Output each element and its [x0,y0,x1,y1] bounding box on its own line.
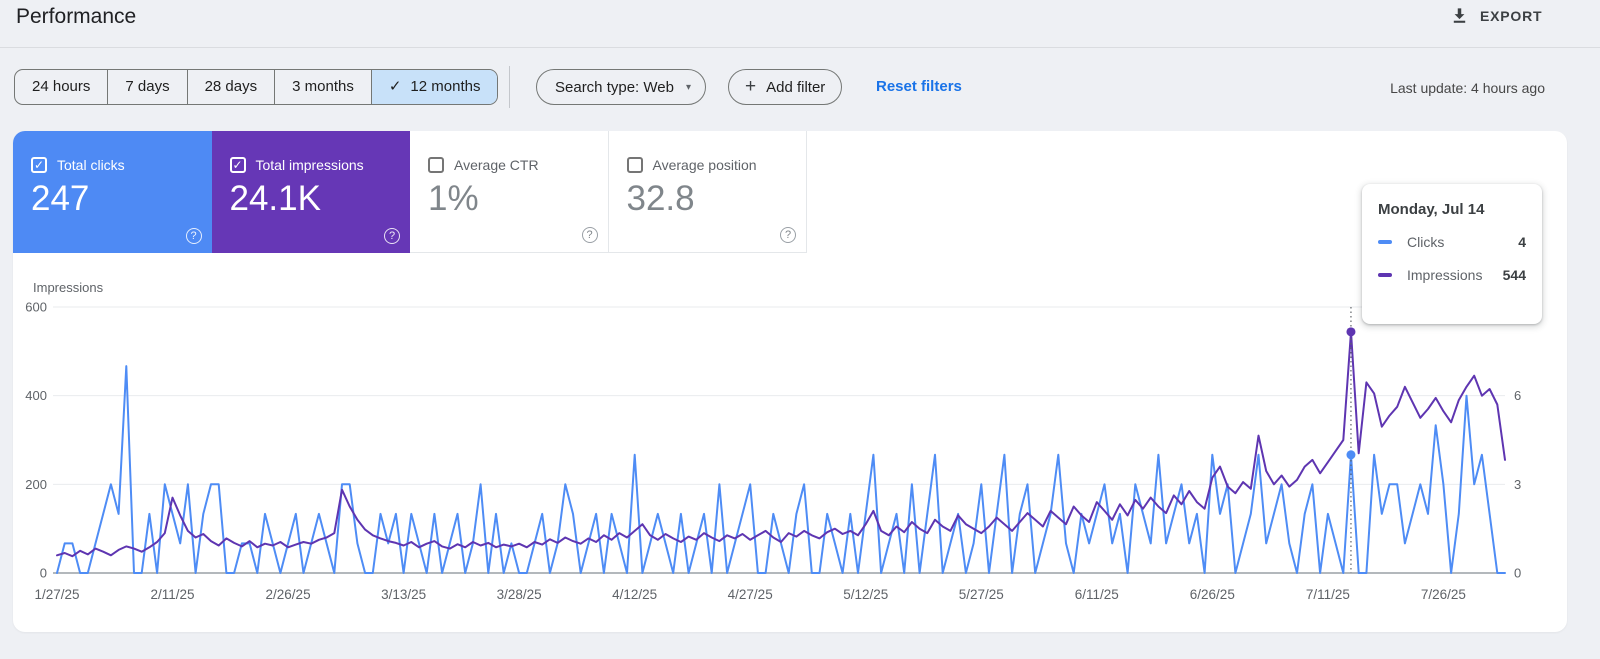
svg-text:7/11/25: 7/11/25 [1306,587,1350,602]
svg-text:5/12/25: 5/12/25 [843,587,888,602]
header-divider [0,47,1600,48]
svg-text:6/11/25: 6/11/25 [1075,587,1119,602]
svg-text:4/12/25: 4/12/25 [612,587,657,602]
svg-text:5/27/25: 5/27/25 [959,587,1004,602]
add-filter-label: Add filter [766,78,826,96]
export-label: EXPORT [1480,7,1543,24]
page-title: Performance [16,5,137,28]
tooltip-row-impressions: Impressions 544 [1378,267,1526,283]
chevron-down-icon: ▾ [685,81,691,93]
checkmark-icon: ✓ [388,78,402,95]
svg-text:1/27/25: 1/27/25 [34,587,79,602]
plus-icon: + [745,76,757,97]
filter-separator [509,66,510,108]
svg-text:600: 600 [25,300,47,315]
left-axis-title: Impressions [33,280,104,295]
svg-text:4/27/25: 4/27/25 [728,587,773,602]
svg-text:0: 0 [40,566,47,581]
performance-card: ✓ Total clicks 247 ? ✓ Total impressions… [13,131,1567,632]
svg-text:400: 400 [25,388,47,403]
reset-filters-link[interactable]: Reset filters [876,78,962,95]
impressions-swatch-icon [1378,273,1392,277]
search-type-label: Search type: Web [555,78,674,96]
download-icon [1450,6,1469,25]
svg-text:6: 6 [1514,388,1521,403]
svg-text:3/28/25: 3/28/25 [497,587,542,602]
svg-text:3: 3 [1514,477,1521,492]
svg-text:6/26/25: 6/26/25 [1190,587,1235,602]
svg-text:7/26/25: 7/26/25 [1421,587,1466,602]
svg-text:2/26/25: 2/26/25 [266,587,311,602]
date-range-12-months[interactable]: ✓ 12 months [370,70,498,104]
tooltip-date: Monday, Jul 14 [1378,201,1485,218]
svg-text:200: 200 [25,477,47,492]
clicks-swatch-icon [1378,240,1392,244]
last-update-text: Last update: 4 hours ago [1390,80,1545,96]
date-range-segmented-control: 24 hours 7 days 28 days 3 months ✓ 12 mo… [14,69,499,105]
tooltip-clicks-label: Clicks [1407,234,1445,250]
performance-line-chart[interactable]: 02004006000369Impressions1/27/252/11/252… [13,131,1567,632]
add-filter-button[interactable]: + Add filter [728,69,843,105]
svg-text:2/11/25: 2/11/25 [151,587,195,602]
date-range-28-days[interactable]: 28 days [186,70,275,104]
date-range-24-hours[interactable]: 24 hours [15,70,107,104]
tooltip-impressions-label: Impressions [1407,267,1483,283]
tooltip-row-clicks: Clicks 4 [1378,234,1526,250]
tooltip-clicks-value: 4 [1518,234,1526,250]
tooltip-impressions-value: 544 [1502,267,1526,283]
export-button[interactable]: EXPORT [1450,6,1542,25]
svg-text:3/13/25: 3/13/25 [381,587,426,602]
date-range-12-months-label: 12 months [410,78,481,95]
date-range-7-days[interactable]: 7 days [107,70,186,104]
search-type-dropdown[interactable]: Search type: Web ▾ [536,69,706,105]
chart-tooltip: Monday, Jul 14 Clicks 4 Impressions 544 [1362,184,1542,324]
svg-text:0: 0 [1514,566,1521,581]
date-range-3-months[interactable]: 3 months [274,70,371,104]
